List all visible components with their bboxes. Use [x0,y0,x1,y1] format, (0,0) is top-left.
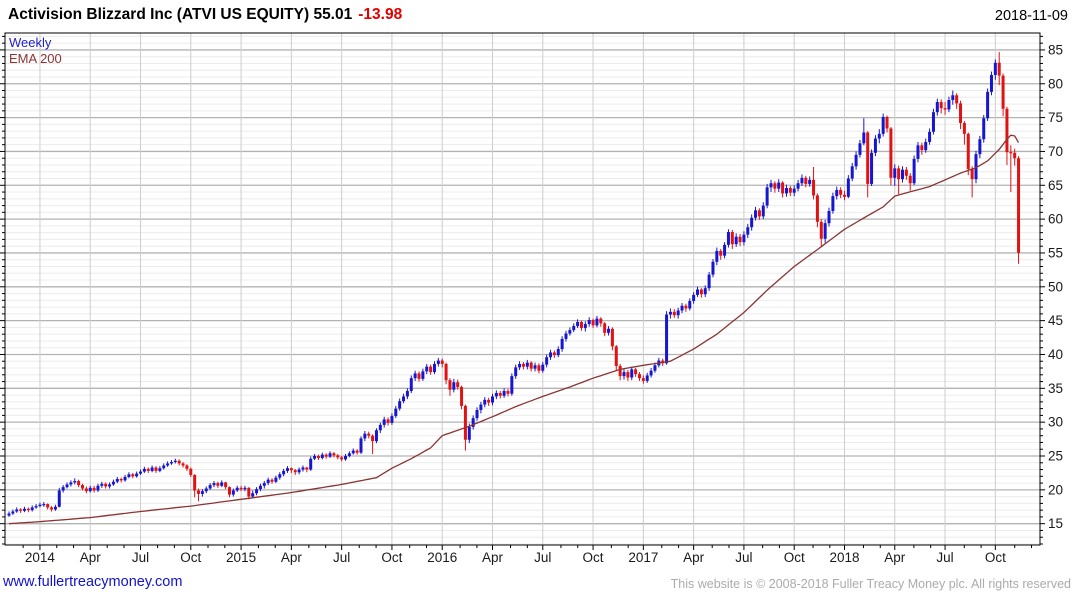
chart-legend: Weekly EMA 200 [9,35,62,67]
price-chart: 15 20 25 30 35 40 45 50 55 60 65 70 75 80 85 2014 Apr Jul… [0,32,1063,565]
svg-text:Jul: Jul [333,550,350,565]
svg-text:Jul: Jul [534,550,551,565]
legend-ema-label: EMA 200 [9,51,62,66]
svg-text:2015: 2015 [226,550,256,565]
svg-text:Jul: Jul [132,550,149,565]
svg-text:80: 80 [1048,76,1063,91]
svg-text:20: 20 [1048,482,1063,497]
grid-major-layer [5,49,1040,525]
svg-text:45: 45 [1048,313,1063,328]
candles-layer [7,51,1021,517]
svg-text:Apr: Apr [482,550,504,565]
svg-text:70: 70 [1048,144,1063,159]
svg-text:Oct: Oct [784,550,805,565]
svg-text:30: 30 [1048,415,1063,430]
svg-text:2018: 2018 [829,550,859,565]
svg-text:Apr: Apr [80,550,102,565]
svg-text:Apr: Apr [884,550,906,565]
svg-text:85: 85 [1048,42,1063,57]
svg-text:Apr: Apr [281,550,303,565]
svg-text:40: 40 [1048,347,1063,362]
svg-text:25: 25 [1048,449,1063,464]
svg-text:Oct: Oct [180,550,201,565]
svg-text:35: 35 [1048,381,1063,396]
footer-website-link[interactable]: www.fullertreacymoney.com [3,574,182,590]
footer-copyright: This website is © 2008-2018 Fuller Treac… [670,577,1071,591]
svg-text:75: 75 [1048,110,1063,125]
svg-text:Apr: Apr [683,550,705,565]
svg-text:2016: 2016 [427,550,457,565]
svg-text:Oct: Oct [985,550,1006,565]
svg-text:Oct: Oct [583,550,604,565]
svg-text:50: 50 [1048,279,1063,294]
chart-page: Activision Blizzard Inc (ATVI US EQUITY)… [0,0,1075,600]
svg-text:2014: 2014 [25,550,56,565]
svg-text:15: 15 [1048,516,1063,531]
ema-line [8,134,1020,525]
svg-text:Oct: Oct [381,550,402,565]
svg-text:2017: 2017 [628,550,658,565]
svg-text:Jul: Jul [936,550,953,565]
grid-vertical-layer [39,33,996,545]
legend-weekly-label: Weekly [9,35,52,50]
svg-text:65: 65 [1048,178,1063,193]
svg-text:60: 60 [1048,212,1063,227]
axis-labels: 15 20 25 30 35 40 45 50 55 60 65 70 75 80 85 2014 Apr Jul… [25,42,1063,565]
svg-text:Jul: Jul [735,550,752,565]
svg-text:55: 55 [1048,245,1063,260]
